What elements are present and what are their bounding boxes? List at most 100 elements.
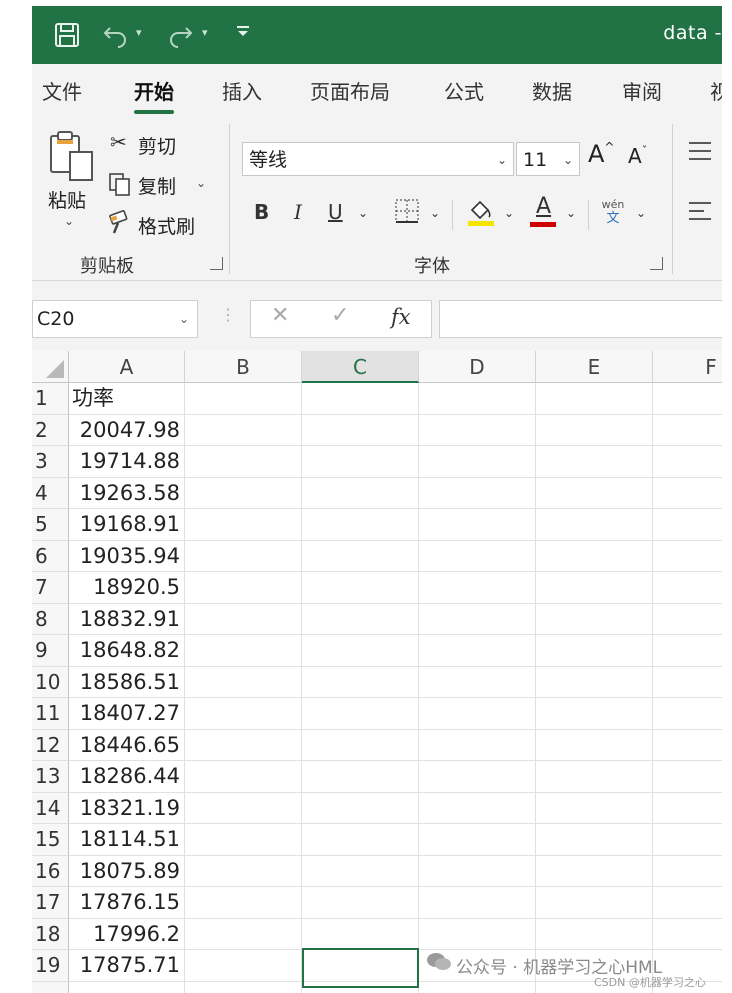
cell[interactable]	[302, 855, 419, 887]
shrink-font-button[interactable]: Aˇ	[628, 144, 647, 168]
font-launcher-icon[interactable]	[650, 257, 663, 270]
cell[interactable]	[185, 981, 302, 993]
row-header[interactable]: 4	[32, 477, 69, 509]
cell[interactable]	[185, 855, 302, 887]
cell[interactable]	[419, 792, 536, 824]
cell[interactable]	[302, 698, 419, 730]
cell[interactable]	[419, 729, 536, 761]
cell[interactable]	[653, 478, 722, 509]
align-left-icon[interactable]	[688, 200, 712, 227]
cell-a[interactable]: 18648.82	[69, 635, 185, 667]
font-color-button[interactable]: A	[530, 194, 558, 228]
cell[interactable]	[653, 698, 722, 730]
borders-dropdown-icon[interactable]: ⌄	[430, 206, 440, 220]
phonetic-dropdown-icon[interactable]: ⌄	[636, 206, 646, 220]
tab-page-layout[interactable]: 页面布局	[310, 76, 390, 105]
borders-button[interactable]	[394, 198, 420, 229]
row-header[interactable]: 10	[32, 666, 69, 698]
cell[interactable]	[302, 981, 419, 993]
cell[interactable]	[419, 540, 536, 572]
row-header[interactable]: 17	[32, 887, 69, 919]
cell-a[interactable]: 17996.2	[69, 918, 185, 950]
enter-button[interactable]: ✓	[331, 303, 349, 328]
cell[interactable]	[185, 698, 302, 730]
cell[interactable]	[653, 604, 722, 635]
grow-font-button[interactable]: A^	[588, 140, 614, 168]
cell[interactable]	[185, 414, 302, 446]
cell[interactable]	[185, 509, 302, 541]
italic-button[interactable]: I	[294, 200, 302, 224]
clipboard-launcher-icon[interactable]	[210, 257, 223, 270]
cell[interactable]	[536, 824, 653, 856]
phonetic-button[interactable]: wén 文	[598, 198, 628, 232]
cell[interactable]	[536, 918, 653, 950]
cell[interactable]	[653, 761, 722, 793]
cell[interactable]	[185, 446, 302, 478]
cell[interactable]	[419, 635, 536, 667]
cell-a[interactable]: 18075.89	[69, 855, 185, 887]
cell[interactable]	[536, 792, 653, 824]
cell[interactable]	[653, 919, 722, 950]
cell[interactable]	[536, 383, 653, 415]
cell[interactable]	[302, 572, 419, 604]
cell[interactable]	[653, 635, 722, 667]
row-header[interactable]: 3	[32, 446, 69, 478]
cell[interactable]	[302, 666, 419, 698]
row-header[interactable]: 18	[32, 918, 69, 950]
tab-home[interactable]: 开始	[134, 76, 174, 114]
column-header-a[interactable]: A	[69, 351, 185, 383]
cell[interactable]	[419, 446, 536, 478]
cell[interactable]	[419, 918, 536, 950]
cell[interactable]	[419, 383, 536, 415]
cell-a[interactable]: 17876.15	[69, 887, 185, 919]
cell[interactable]	[302, 477, 419, 509]
paste-dropdown-icon[interactable]: ⌄	[64, 214, 74, 228]
tab-file[interactable]: 文件	[42, 76, 82, 105]
cell[interactable]	[302, 446, 419, 478]
cell-a[interactable]: 19035.94	[69, 540, 185, 572]
cell[interactable]	[419, 855, 536, 887]
cell[interactable]	[419, 981, 536, 993]
cell[interactable]	[185, 918, 302, 950]
font-size-select[interactable]: 11 ⌄	[516, 142, 580, 176]
tab-view[interactable]: 视	[710, 76, 722, 105]
cell[interactable]	[302, 792, 419, 824]
cell[interactable]	[536, 666, 653, 698]
cell[interactable]	[302, 918, 419, 950]
cell[interactable]	[302, 383, 419, 415]
cell[interactable]	[185, 950, 302, 982]
tab-formulas[interactable]: 公式	[444, 76, 484, 105]
cell[interactable]	[302, 729, 419, 761]
cell[interactable]	[419, 477, 536, 509]
fill-color-dropdown-icon[interactable]: ⌄	[504, 206, 514, 220]
cell[interactable]	[536, 446, 653, 478]
column-header-c[interactable]: C	[302, 351, 419, 383]
cell[interactable]	[185, 761, 302, 793]
cell[interactable]	[536, 887, 653, 919]
cell[interactable]	[302, 761, 419, 793]
redo-icon[interactable]	[166, 22, 194, 54]
row-header[interactable]	[32, 981, 69, 993]
tab-insert[interactable]: 插入	[222, 76, 262, 105]
undo-icon[interactable]	[102, 22, 130, 54]
cancel-button[interactable]: ✕	[271, 303, 289, 328]
cell[interactable]	[653, 856, 722, 887]
row-header[interactable]: 7	[32, 572, 69, 604]
cell-a[interactable]: 功率	[69, 383, 185, 415]
cell-a[interactable]: 19263.58	[69, 477, 185, 509]
cell[interactable]	[536, 603, 653, 635]
cell[interactable]	[536, 761, 653, 793]
cell[interactable]	[653, 446, 722, 478]
cell[interactable]	[185, 540, 302, 572]
cell[interactable]	[653, 730, 722, 761]
cell[interactable]	[653, 887, 722, 919]
cell[interactable]	[185, 572, 302, 604]
column-header-f[interactable]: F	[653, 351, 722, 383]
cell[interactable]	[536, 572, 653, 604]
cell[interactable]	[653, 383, 722, 415]
cell[interactable]	[302, 414, 419, 446]
cell[interactable]	[185, 477, 302, 509]
cell-a[interactable]: 18920.5	[69, 572, 185, 604]
cell[interactable]	[653, 572, 722, 604]
cell[interactable]	[419, 887, 536, 919]
